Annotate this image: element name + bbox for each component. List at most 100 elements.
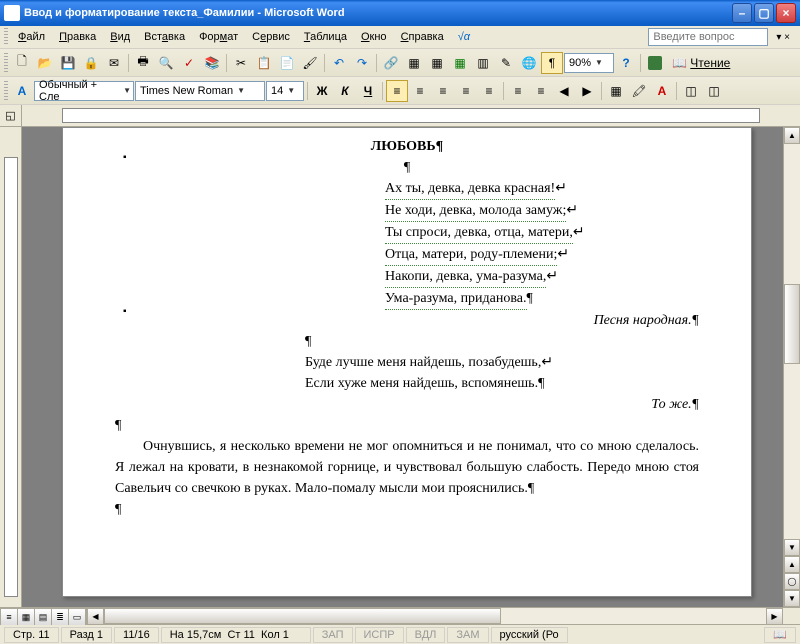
align-left-button[interactable]: ≡ [386, 80, 408, 102]
decrease-indent-button[interactable]: ◀ [553, 80, 575, 102]
bold-button[interactable]: Ж [311, 80, 333, 102]
menu-format[interactable]: Формат [193, 29, 244, 45]
open-button[interactable]: 📂 [34, 52, 56, 74]
web-view-button[interactable]: ▦ [18, 609, 35, 625]
style-dropdown[interactable]: Обычный + Сле▼ [34, 81, 134, 101]
minimize-button[interactable]: – [732, 3, 752, 23]
scroll-thumb[interactable] [784, 284, 800, 364]
grip-icon[interactable] [4, 53, 8, 73]
vertical-ruler[interactable] [0, 127, 22, 607]
numbered-list-button[interactable]: ≡ [507, 80, 529, 102]
menu-math[interactable]: √α [452, 29, 476, 45]
extra1-button[interactable]: ◫ [680, 80, 702, 102]
ruler-corner[interactable]: ◱ [0, 105, 22, 126]
hyperlink-button[interactable]: 🔗 [380, 52, 402, 74]
font-size-dropdown[interactable]: 14▼ [266, 81, 304, 101]
status-spelling-icon[interactable]: 📖 [764, 627, 796, 643]
underline-button[interactable]: Ч [357, 80, 379, 102]
hscroll-thumb[interactable] [104, 608, 501, 624]
cut-button[interactable]: ✂ [230, 52, 252, 74]
empty-line: ¶ [115, 157, 699, 178]
menu-help[interactable]: Справка [395, 29, 450, 45]
permissions-button[interactable]: 🔒 [80, 52, 102, 74]
align-center-icon: ≡ [416, 84, 423, 98]
italic-button[interactable]: К [334, 80, 356, 102]
outline-view-button[interactable]: ≣ [52, 609, 69, 625]
status-rec[interactable]: ЗАП [313, 627, 353, 643]
print-view-button[interactable]: ▤ [35, 609, 52, 625]
close-button[interactable]: × [776, 3, 796, 23]
line-spacing-button[interactable]: ≡ [478, 80, 500, 102]
format-painter-button[interactable]: 🖌 [299, 52, 321, 74]
spell-button[interactable]: ✓ [178, 52, 200, 74]
font-color-button[interactable]: A [651, 80, 673, 102]
preview-button[interactable]: 🔍 [155, 52, 177, 74]
styles-button[interactable]: A [11, 80, 33, 102]
align-center-button[interactable]: ≡ [409, 80, 431, 102]
insert-table-button[interactable]: ▦ [426, 52, 448, 74]
menu-file[interactable]: Файл [12, 29, 51, 45]
shield-icon [648, 56, 662, 70]
status-trk[interactable]: ИСПР [355, 627, 404, 643]
menu-table[interactable]: Таблица [298, 29, 353, 45]
help-button[interactable]: ? [615, 52, 637, 74]
scroll-up-button[interactable]: ▲ [784, 127, 800, 144]
save-button[interactable]: 💾 [57, 52, 79, 74]
vertical-scrollbar[interactable]: ▲ ▼ ▲ ◯ ▼ [783, 127, 800, 607]
scroll-down-button[interactable]: ▼ [784, 539, 800, 556]
browse-next-button[interactable]: ▼ [784, 590, 800, 607]
formatting-toolbar: A Обычный + Сле▼ Times New Roman▼ 14▼ Ж … [0, 77, 800, 105]
preview-icon: 🔍 [159, 56, 174, 70]
show-marks-button[interactable]: ¶ [541, 52, 563, 74]
columns-button[interactable]: ▥ [472, 52, 494, 74]
help-question-input[interactable] [648, 28, 768, 46]
status-lang[interactable]: русский (Ро [491, 627, 568, 643]
align-justify-button[interactable]: ≡ [455, 80, 477, 102]
browse-prev-button[interactable]: ▲ [784, 556, 800, 573]
new-button[interactable]: 🗋 [11, 52, 33, 74]
borders-button[interactable]: ▦ [605, 80, 627, 102]
align-right-button[interactable]: ≡ [432, 80, 454, 102]
highlight-button[interactable]: 🖍 [628, 80, 650, 102]
document-content[interactable]: ЛЮБОВЬ¶ ¶ Ах ты, девка, девка красная!↵ … [115, 136, 699, 520]
status-ovr[interactable]: ЗАМ [447, 627, 488, 643]
grip-icon[interactable] [4, 81, 8, 101]
copy-button[interactable]: 📋 [253, 52, 275, 74]
menu-view[interactable]: Вид [104, 29, 136, 45]
bullet-list-button[interactable]: ≡ [530, 80, 552, 102]
zoom-dropdown[interactable]: 90%▼ [564, 53, 614, 73]
font-dropdown[interactable]: Times New Roman▼ [135, 81, 265, 101]
read-button[interactable]: 📖 Чтение [667, 52, 735, 74]
normal-view-button[interactable]: ≡ [1, 609, 18, 625]
horizontal-ruler[interactable] [22, 105, 800, 126]
hscroll-track[interactable] [104, 608, 766, 624]
menu-insert[interactable]: Вставка [138, 29, 191, 45]
increase-indent-button[interactable]: ▶ [576, 80, 598, 102]
menu-window[interactable]: Окно [355, 29, 393, 45]
shield-button[interactable] [644, 52, 666, 74]
research-button[interactable]: 📚 [201, 52, 223, 74]
undo-button[interactable]: ↶ [328, 52, 350, 74]
page-viewport[interactable]: ▪ ▪ ЛЮБОВЬ¶ ¶ Ах ты, девка, девка красна… [22, 127, 783, 607]
scroll-track[interactable] [784, 144, 800, 539]
horizontal-ruler-row: ◱ [0, 105, 800, 127]
maximize-button[interactable]: ▢ [754, 3, 774, 23]
drawing-button[interactable]: ✎ [495, 52, 517, 74]
extra2-button[interactable]: ◫ [703, 80, 725, 102]
mail-button[interactable]: ✉ [103, 52, 125, 74]
print-button[interactable]: 🖶 [132, 52, 154, 74]
menu-expand[interactable]: ▾ × [770, 30, 796, 45]
redo-button[interactable]: ↷ [351, 52, 373, 74]
scroll-left-button[interactable]: ◀ [87, 608, 104, 625]
paste-button[interactable]: 📄 [276, 52, 298, 74]
grip-icon[interactable] [4, 28, 8, 46]
reading-view-button[interactable]: ▭ [69, 609, 86, 625]
docmap-button[interactable]: 🌐 [518, 52, 540, 74]
menu-edit[interactable]: Правка [53, 29, 102, 45]
excel-button[interactable]: ▦ [449, 52, 471, 74]
scroll-right-button[interactable]: ▶ [766, 608, 783, 625]
status-ext[interactable]: ВДЛ [406, 627, 446, 643]
empty-line: ¶ [305, 331, 699, 352]
tables-borders-button[interactable]: ▦ [403, 52, 425, 74]
menu-tools[interactable]: Сервис [246, 29, 296, 45]
